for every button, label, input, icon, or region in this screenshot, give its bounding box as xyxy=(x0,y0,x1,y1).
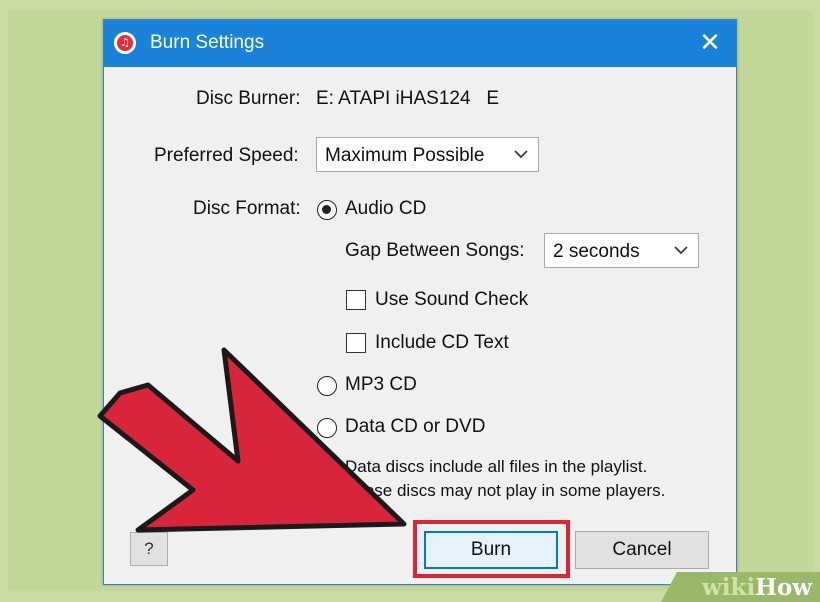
wikihow-watermark: wikiHow xyxy=(702,574,812,601)
watermark-wiki: wiki xyxy=(702,574,756,601)
pointer-arrow-icon xyxy=(97,347,407,533)
watermark-how: How xyxy=(755,574,813,601)
